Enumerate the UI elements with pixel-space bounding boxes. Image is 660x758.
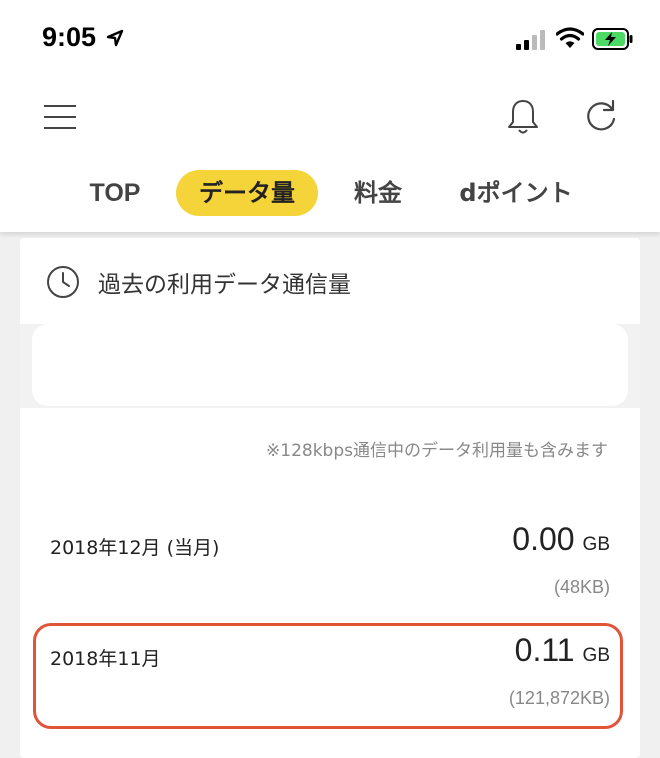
tab-fee[interactable]: 料金 (340, 170, 416, 216)
usage-row-current-month[interactable]: 2018年12月 (当月) 0.00 GB (48KB) (20, 513, 640, 613)
refresh-icon[interactable] (583, 99, 619, 135)
month-label: 2018年11月 (50, 648, 161, 670)
tab-d-point[interactable]: dポイント (452, 170, 580, 216)
menu-icon[interactable] (44, 102, 78, 132)
tab-data-usage[interactable]: データ量 (176, 170, 318, 216)
usage-value: 0.11 GB (515, 632, 610, 669)
month-label: 2018年12月 (当月) (50, 537, 220, 559)
bell-icon[interactable] (505, 98, 541, 136)
location-arrow-icon (106, 29, 124, 47)
month-selector-band (20, 324, 640, 408)
cellular-signal-icon (516, 30, 545, 50)
usage-number: 0.00 (512, 521, 575, 557)
usage-kb: (121,872KB) (508, 688, 610, 708)
usage-value: 0.00 GB (512, 521, 610, 558)
usage-note: ※128kbps通信中のデータ利用量も含みます (266, 441, 608, 461)
card-title: 過去の利用データ通信量 (98, 272, 351, 298)
usage-unit: GB (582, 645, 610, 666)
usage-row-previous-month[interactable]: 2018年11月 0.11 GB (121,872KB) (20, 624, 640, 724)
past-usage-card: 過去の利用データ通信量 ※128kbps通信中のデータ利用量も含みます 2018… (20, 238, 640, 758)
usage-unit: GB (582, 534, 610, 555)
card-header: 過去の利用データ通信量 (20, 238, 640, 324)
status-bar: 9:05 (0, 0, 660, 82)
clock-icon (47, 266, 79, 298)
usage-number: 0.11 (514, 632, 575, 668)
wifi-icon (556, 27, 584, 48)
status-time: 9:05 (42, 22, 97, 52)
app-header: TOP データ量 料金 dポイント (0, 82, 660, 232)
month-selector-box[interactable] (32, 324, 628, 406)
usage-kb: (48KB) (553, 577, 610, 597)
battery-charging-icon (592, 28, 633, 50)
tab-bar: TOP データ量 料金 dポイント (0, 170, 660, 218)
tab-top[interactable]: TOP (80, 170, 150, 216)
